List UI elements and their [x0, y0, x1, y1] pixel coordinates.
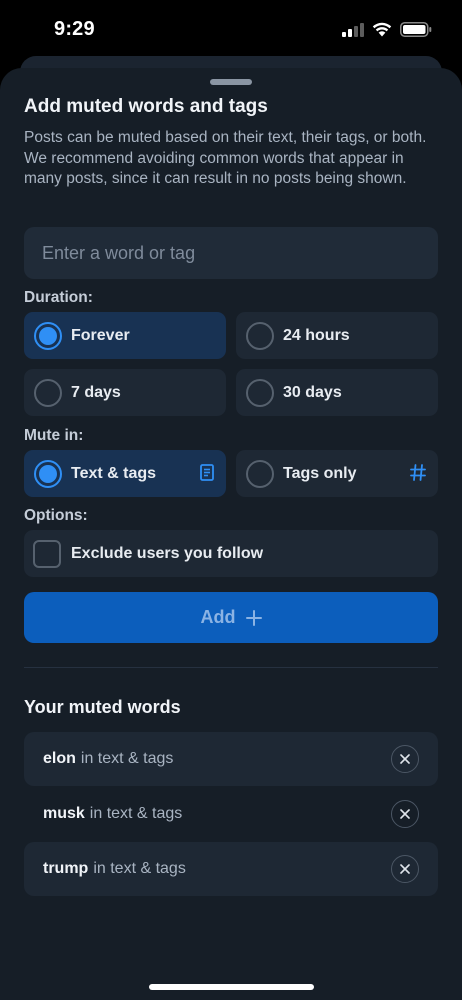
radio-selected — [34, 459, 62, 488]
duration-option-label: 7 days — [71, 383, 121, 401]
muted-word: trump — [43, 860, 89, 877]
document-icon — [200, 464, 214, 481]
muted-word-scope: in text & tags — [80, 750, 174, 767]
clock: 9:29 — [54, 18, 95, 40]
divider — [24, 667, 438, 668]
muted-word: musk — [43, 805, 85, 822]
muted-word-row: elon in text & tags — [24, 732, 438, 786]
exclude-following-checkbox[interactable] — [33, 539, 61, 568]
add-button-label: Add — [200, 607, 236, 627]
input-placeholder: Enter a word or tag — [42, 242, 196, 263]
duration-option-forever[interactable]: Forever — [24, 312, 226, 359]
remove-muted-word-button[interactable] — [391, 855, 419, 883]
status-bar: 9:29 — [0, 0, 462, 56]
duration-option-label: 24 hours — [283, 326, 350, 344]
close-icon — [400, 864, 410, 874]
add-button[interactable]: Add — [24, 592, 438, 643]
home-indicator[interactable] — [149, 984, 314, 990]
radio-unselected — [34, 378, 62, 407]
signal-icon — [342, 22, 364, 37]
mute-in-option-tags-only[interactable]: Tags only — [236, 450, 438, 497]
duration-option-30-days[interactable]: 30 days — [236, 369, 438, 416]
muted-word-row: trump in text & tags — [24, 842, 438, 896]
remove-muted-word-button[interactable] — [391, 800, 419, 828]
radio-unselected — [246, 378, 274, 407]
plus-icon — [245, 609, 262, 626]
sheet-description: Posts can be muted based on their text, … — [24, 129, 427, 187]
muted-word-scope: in text & tags — [93, 860, 186, 877]
duration-label: Duration: — [24, 289, 93, 306]
muted-words-title: Your muted words — [24, 697, 181, 717]
exclude-following-label: Exclude users you follow — [71, 544, 264, 562]
duration-option-label: 30 days — [283, 383, 342, 401]
muted-word-scope: in text & tags — [89, 805, 183, 822]
close-icon — [400, 754, 410, 764]
mute-in-label: Mute in: — [24, 427, 84, 444]
status-icons — [342, 22, 432, 37]
word-tag-input[interactable]: Enter a word or tag — [24, 227, 438, 279]
mute-in-option-label: Tags only — [283, 464, 357, 482]
wifi-icon — [372, 22, 392, 37]
hashtag-icon — [410, 464, 426, 481]
mute-in-option-label: Text & tags — [71, 464, 157, 482]
radio-selected — [34, 321, 62, 350]
mute-in-option-text-tags[interactable]: Text & tags — [24, 450, 226, 497]
duration-option-24-hours[interactable]: 24 hours — [236, 312, 438, 359]
radio-unselected — [246, 321, 274, 350]
close-icon — [400, 809, 410, 819]
radio-unselected — [246, 459, 274, 488]
remove-muted-word-button[interactable] — [391, 745, 419, 773]
sheet-grabber[interactable] — [210, 79, 252, 85]
battery-icon — [400, 22, 432, 37]
muted-word: elon — [43, 750, 76, 767]
muted-word-row: musk in text & tags — [24, 787, 438, 841]
duration-option-label: Forever — [71, 326, 130, 344]
options-label: Options: — [24, 507, 88, 524]
sheet-title: Add muted words and tags — [24, 96, 268, 117]
exclude-following-checkbox-row[interactable]: Exclude users you follow — [24, 530, 438, 577]
duration-option-7-days[interactable]: 7 days — [24, 369, 226, 416]
